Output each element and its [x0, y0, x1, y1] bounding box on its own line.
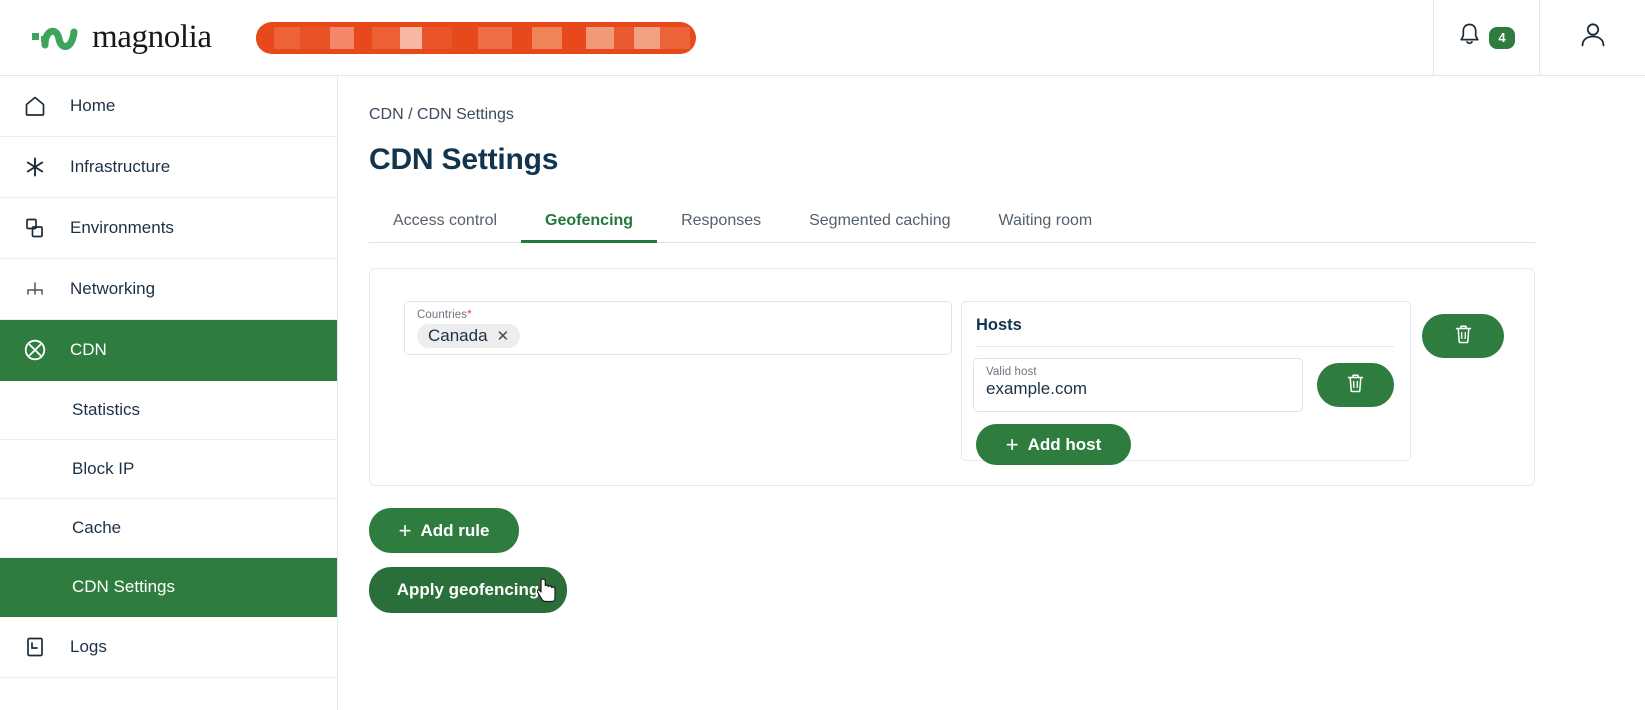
sidebar-item-label: Networking	[70, 279, 156, 298]
tab-geofencing[interactable]: Geofencing	[521, 212, 658, 243]
required-asterisk: *	[467, 309, 472, 321]
host-row: Valid host example.com	[973, 358, 1394, 412]
sidebar-item-label: CDN Settings	[72, 577, 175, 596]
sidebar-item-infrastructure[interactable]: Infrastructure	[0, 137, 337, 198]
cdn-globe-x-icon	[0, 337, 70, 363]
network-node-icon	[0, 277, 70, 301]
top-bar: magnolia 4	[0, 0, 1645, 76]
sidebar-item-home[interactable]: Home	[0, 76, 337, 137]
sidebar: Home Infrastructure Environments Network…	[0, 76, 338, 710]
delete-rule-button[interactable]	[1422, 314, 1504, 358]
sidebar-item-label: Statistics	[72, 400, 141, 419]
trash-icon	[1454, 323, 1473, 349]
main-content: CDN / CDN Settings CDN Settings Access c…	[338, 76, 1645, 710]
sidebar-item-label: Environments	[70, 218, 174, 237]
page-title: CDN Settings	[369, 143, 559, 176]
sidebar-item-label: CDN	[70, 340, 107, 359]
tab-responses[interactable]: Responses	[657, 212, 785, 242]
tab-segmented-caching[interactable]: Segmented caching	[785, 212, 974, 242]
country-chip[interactable]: Canada ✕	[417, 324, 521, 348]
sidebar-item-label: Home	[70, 96, 116, 115]
valid-host-input[interactable]: Valid host example.com	[973, 358, 1303, 412]
user-icon	[1578, 20, 1608, 55]
add-host-button[interactable]: + Add host	[976, 424, 1131, 465]
hosts-panel: Hosts Valid host example.com + Add host	[961, 301, 1411, 465]
tenant-selector[interactable]	[256, 22, 696, 54]
sidebar-item-label: Logs	[70, 637, 107, 656]
notification-count-badge: 4	[1489, 26, 1515, 49]
country-chip-label: Canada	[428, 326, 488, 345]
apply-geofencing-button[interactable]: Apply geofencing	[369, 567, 567, 613]
sidebar-item-cache[interactable]: Cache	[0, 499, 337, 558]
sidebar-item-statistics[interactable]: Statistics	[0, 381, 337, 440]
valid-host-label: Valid host	[986, 366, 1037, 378]
bell-icon	[1458, 22, 1481, 53]
sidebar-item-networking[interactable]: Networking	[0, 259, 337, 320]
sidebar-item-environments[interactable]: Environments	[0, 198, 337, 259]
delete-host-button[interactable]	[1316, 363, 1394, 407]
tab-waiting-room[interactable]: Waiting room	[975, 212, 1117, 242]
home-icon	[0, 94, 70, 118]
stacked-squares-icon	[0, 216, 70, 240]
add-rule-label: Add rule	[420, 520, 490, 540]
tab-bar: Access control Geofencing Responses Segm…	[369, 201, 1535, 243]
sidebar-item-logs[interactable]: Logs	[0, 617, 337, 678]
chevron-down-icon[interactable]	[690, 22, 696, 54]
trash-icon	[1346, 372, 1365, 398]
sidebar-item-cdn[interactable]: CDN	[0, 320, 337, 381]
countries-input[interactable]: Countries* Canada ✕	[404, 301, 952, 355]
sidebar-item-label: Cache	[72, 518, 122, 537]
account-button[interactable]	[1539, 0, 1645, 76]
sidebar-item-cdn-settings[interactable]: CDN Settings	[0, 558, 337, 617]
hosts-title: Hosts	[976, 316, 1394, 347]
breadcrumb[interactable]: CDN / CDN Settings	[369, 106, 1645, 124]
apply-geofencing-label: Apply geofencing	[396, 580, 540, 599]
magnolia-wave-logo-icon	[32, 27, 78, 50]
add-rule-button[interactable]: + Add rule	[369, 508, 519, 553]
sidebar-item-block-ip[interactable]: Block IP	[0, 440, 337, 499]
sidebar-item-label: Block IP	[72, 459, 135, 478]
valid-host-value: example.com	[986, 379, 1088, 398]
plus-icon: +	[1005, 431, 1019, 457]
add-host-label: Add host	[1027, 434, 1102, 454]
sidebar-item-label: Infrastructure	[70, 157, 171, 176]
brand-logo[interactable]: magnolia	[32, 16, 232, 60]
countries-label-text: Countries	[417, 309, 468, 321]
logs-icon	[0, 636, 70, 658]
brand-name: magnolia	[92, 19, 212, 55]
apply-action-wrap: Apply geofencing	[369, 553, 567, 613]
countries-label: Countries*	[417, 309, 939, 321]
redacted-tenant-value	[256, 22, 690, 54]
plus-icon: +	[398, 517, 412, 543]
close-icon[interactable]: ✕	[497, 329, 510, 344]
asterisk-icon	[0, 155, 70, 179]
tab-access-control[interactable]: Access control	[369, 212, 521, 242]
geofencing-rule-card: Countries* Canada ✕ Hosts Valid host exa…	[369, 268, 1535, 486]
notifications-button[interactable]: 4	[1433, 0, 1539, 76]
